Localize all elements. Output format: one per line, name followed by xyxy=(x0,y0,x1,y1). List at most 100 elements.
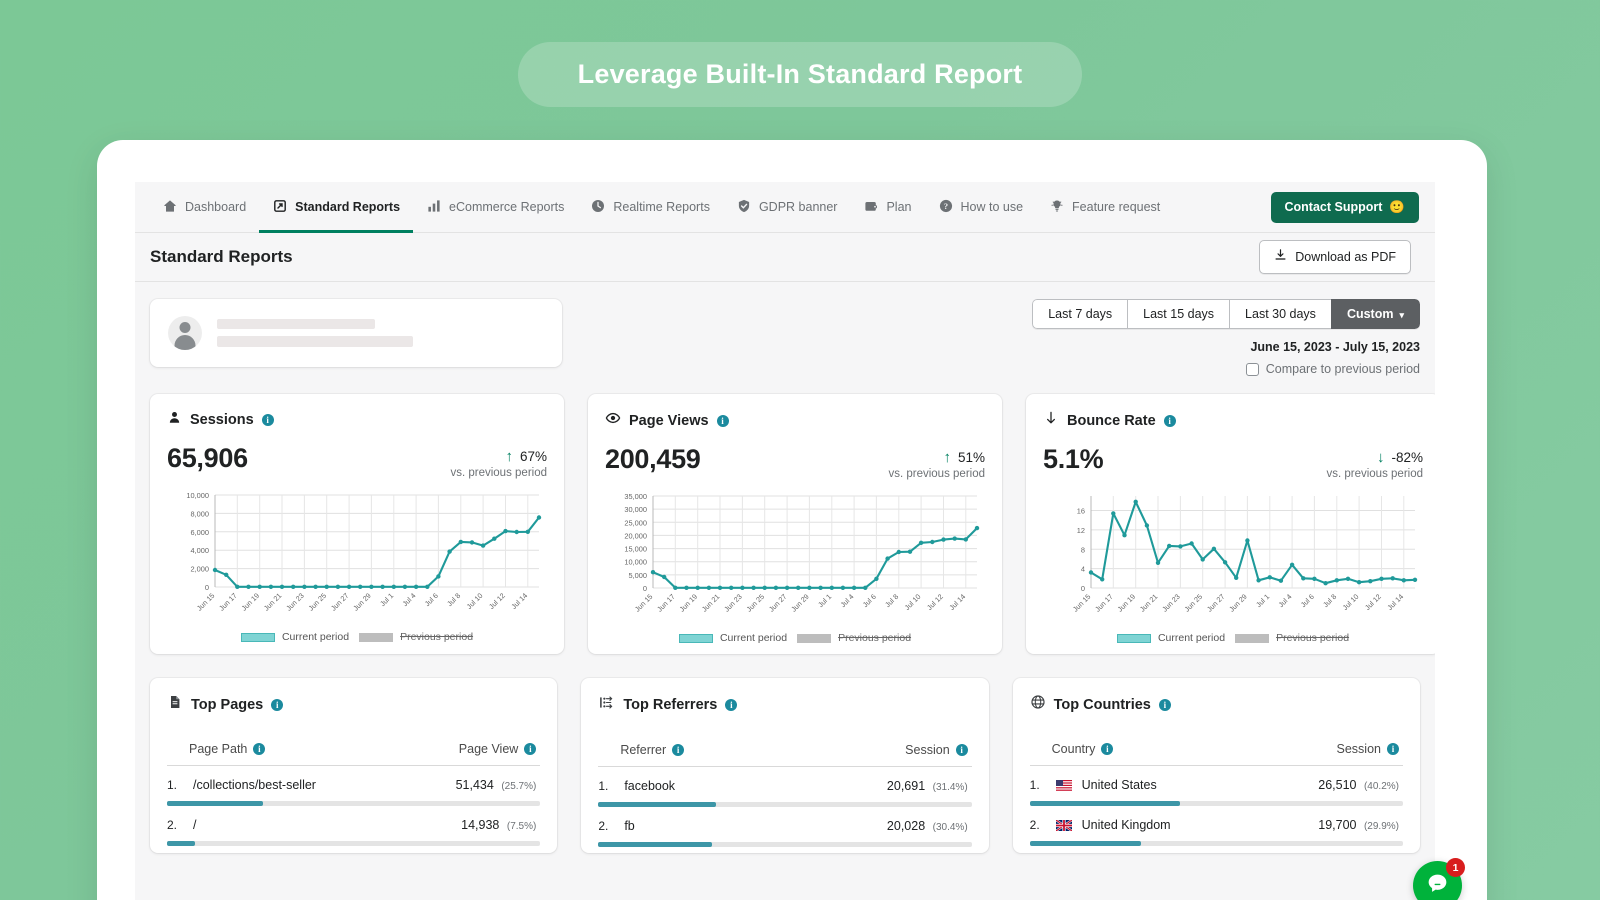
info-icon[interactable]: i xyxy=(524,743,536,755)
table-row-label-group: 1. facebook xyxy=(598,779,675,793)
nav-item-standard-reports[interactable]: Standard Reports xyxy=(259,182,413,232)
date-range-option-last-7-days[interactable]: Last 7 days xyxy=(1032,299,1127,329)
compare-row[interactable]: Compare to previous period xyxy=(1032,362,1420,376)
legend-previous-period[interactable]: Previous period xyxy=(797,632,911,644)
svg-text:0: 0 xyxy=(1081,584,1085,593)
table-row-bar-fill xyxy=(167,841,195,846)
table-row[interactable]: 1. facebook 20,691 (31.4%) xyxy=(598,767,971,807)
table-row[interactable]: 1. /collections/best-seller 51,434 (25.7… xyxy=(167,766,540,806)
nav-item-label: GDPR banner xyxy=(759,200,838,214)
table-row[interactable]: 2. / 14,938 (7.5%) xyxy=(167,806,540,846)
legend-swatch-previous xyxy=(1235,634,1269,643)
svg-text:Jul 12: Jul 12 xyxy=(925,592,945,612)
legend-label-current: Current period xyxy=(282,631,349,643)
nav-item-dashboard[interactable]: Dashboard xyxy=(149,182,259,232)
svg-text:Jul 12: Jul 12 xyxy=(487,591,507,611)
legend-previous-period[interactable]: Previous period xyxy=(1235,632,1349,644)
metric-card-bounce-rate: Bounce Rate i 5.1% ↓ -82% vs. previous p… xyxy=(1026,394,1435,654)
compare-checkbox[interactable] xyxy=(1246,363,1259,376)
table-row-rank: 2. xyxy=(1030,818,1046,832)
nav-item-plan[interactable]: Plan xyxy=(850,182,924,232)
info-icon[interactable]: i xyxy=(1164,415,1176,427)
contact-support-button[interactable]: Contact Support 🙂 xyxy=(1271,192,1420,223)
svg-text:8,000: 8,000 xyxy=(191,509,210,518)
table-card-title: Top Countries xyxy=(1054,697,1151,713)
table-card-header: Top Pages i xyxy=(167,694,540,715)
download-pdf-button[interactable]: Download as PDF xyxy=(1259,240,1411,274)
svg-text:Jun 19: Jun 19 xyxy=(239,591,261,613)
info-icon[interactable]: i xyxy=(1387,743,1399,755)
metric-value-row: 65,906 ↑ 67% vs. previous period xyxy=(167,443,547,479)
wallet-icon xyxy=(863,198,879,217)
nav-item-ecommerce-reports[interactable]: eCommerce Reports xyxy=(413,182,577,232)
table-card-top-countries: Top Countries i Country i Session i 1. U… xyxy=(1013,678,1420,853)
info-icon[interactable]: i xyxy=(1159,699,1171,711)
metric-delta: ↑ 51% vs. previous period xyxy=(888,444,985,480)
svg-text:10,000: 10,000 xyxy=(186,491,209,500)
info-icon[interactable]: i xyxy=(271,699,283,711)
nav-item-label: Standard Reports xyxy=(295,200,400,214)
eye-icon xyxy=(605,410,621,431)
date-range-option-last-30-days[interactable]: Last 30 days xyxy=(1229,299,1331,329)
table-row-value: 14,938 xyxy=(461,818,499,832)
nav-item-feature-request[interactable]: Feature request xyxy=(1036,182,1173,232)
svg-text:6,000: 6,000 xyxy=(191,528,210,537)
table-row-rank: 1. xyxy=(598,779,614,793)
table-header-row: Country i Session i xyxy=(1030,742,1403,766)
svg-text:Jul 4: Jul 4 xyxy=(1276,592,1293,609)
svg-text:Jun 15: Jun 15 xyxy=(195,591,217,613)
svg-text:0: 0 xyxy=(643,584,647,593)
svg-text:0: 0 xyxy=(205,583,209,592)
svg-text:12: 12 xyxy=(1077,526,1085,535)
info-icon[interactable]: i xyxy=(956,744,968,756)
table-row-label: United Kingdom xyxy=(1082,818,1171,832)
profile-skeleton xyxy=(217,319,413,347)
svg-text:Jun 21: Jun 21 xyxy=(262,591,284,613)
info-icon[interactable]: i xyxy=(262,414,274,426)
table-row[interactable]: 2. United Kingdom 19,700 (29.9%) xyxy=(1030,806,1403,846)
info-icon[interactable]: i xyxy=(717,415,729,427)
info-icon[interactable]: i xyxy=(1101,743,1113,755)
nav-item-how-to-use[interactable]: ?How to use xyxy=(925,182,1037,232)
referrer-icon xyxy=(598,694,615,716)
nav-item-label: Dashboard xyxy=(185,200,246,214)
nav-item-label: How to use xyxy=(961,200,1024,214)
chat-bubble-icon xyxy=(1425,871,1450,900)
info-icon[interactable]: i xyxy=(672,744,684,756)
metric-chart: 02,0004,0006,0008,00010,000Jun 15Jun 17J… xyxy=(167,487,547,627)
clock-icon xyxy=(590,198,606,217)
svg-text:Jun 23: Jun 23 xyxy=(1160,592,1182,614)
table-row-rank: 1. xyxy=(1030,778,1046,792)
svg-text:8: 8 xyxy=(1081,545,1085,554)
metric-delta-caption: vs. previous period xyxy=(1326,468,1423,480)
metric-delta-line: ↑ 51% xyxy=(888,450,985,465)
info-icon[interactable]: i xyxy=(725,699,737,711)
table-card-header: Top Countries i xyxy=(1030,694,1403,715)
legend-current-period: Current period xyxy=(241,631,349,643)
table-header-row: Page Path i Page View i xyxy=(167,742,540,766)
svg-text:35,000: 35,000 xyxy=(624,492,647,501)
info-icon[interactable]: i xyxy=(253,743,265,755)
svg-text:Jun 15: Jun 15 xyxy=(633,592,655,614)
table-row-bar-fill xyxy=(1030,841,1142,846)
table-row-label: fb xyxy=(624,819,634,833)
metric-value-row: 5.1% ↓ -82% vs. previous period xyxy=(1043,444,1423,480)
table-row[interactable]: 2. fb 20,028 (30.4%) xyxy=(598,807,971,847)
nav-item-gdpr-banner[interactable]: GDPR banner xyxy=(723,182,851,232)
table-row[interactable]: 1. United States 26,510 (40.2%) xyxy=(1030,766,1403,806)
legend-previous-period[interactable]: Previous period xyxy=(359,631,473,643)
date-range-option-last-15-days[interactable]: Last 15 days xyxy=(1127,299,1229,329)
table-row-label-group: 1. United States xyxy=(1030,778,1157,792)
table-row-rank: 2. xyxy=(167,818,183,832)
date-range-option-custom[interactable]: Custom▾ xyxy=(1331,299,1420,329)
table-row-bar-fill xyxy=(598,842,711,847)
nav-item-realtime-reports[interactable]: Realtime Reports xyxy=(577,182,723,232)
chat-widget-button[interactable]: 1 xyxy=(1413,861,1462,900)
table-row-percent: (40.2%) xyxy=(1364,781,1399,792)
table-column-label: Referrer xyxy=(620,743,666,757)
svg-text:Jul 6: Jul 6 xyxy=(1299,592,1316,609)
table-row-percent: (25.7%) xyxy=(501,781,536,792)
svg-text:15,000: 15,000 xyxy=(624,545,647,554)
us-flag-icon xyxy=(1056,780,1072,791)
table-row-value-group: 14,938 (7.5%) xyxy=(461,818,536,832)
